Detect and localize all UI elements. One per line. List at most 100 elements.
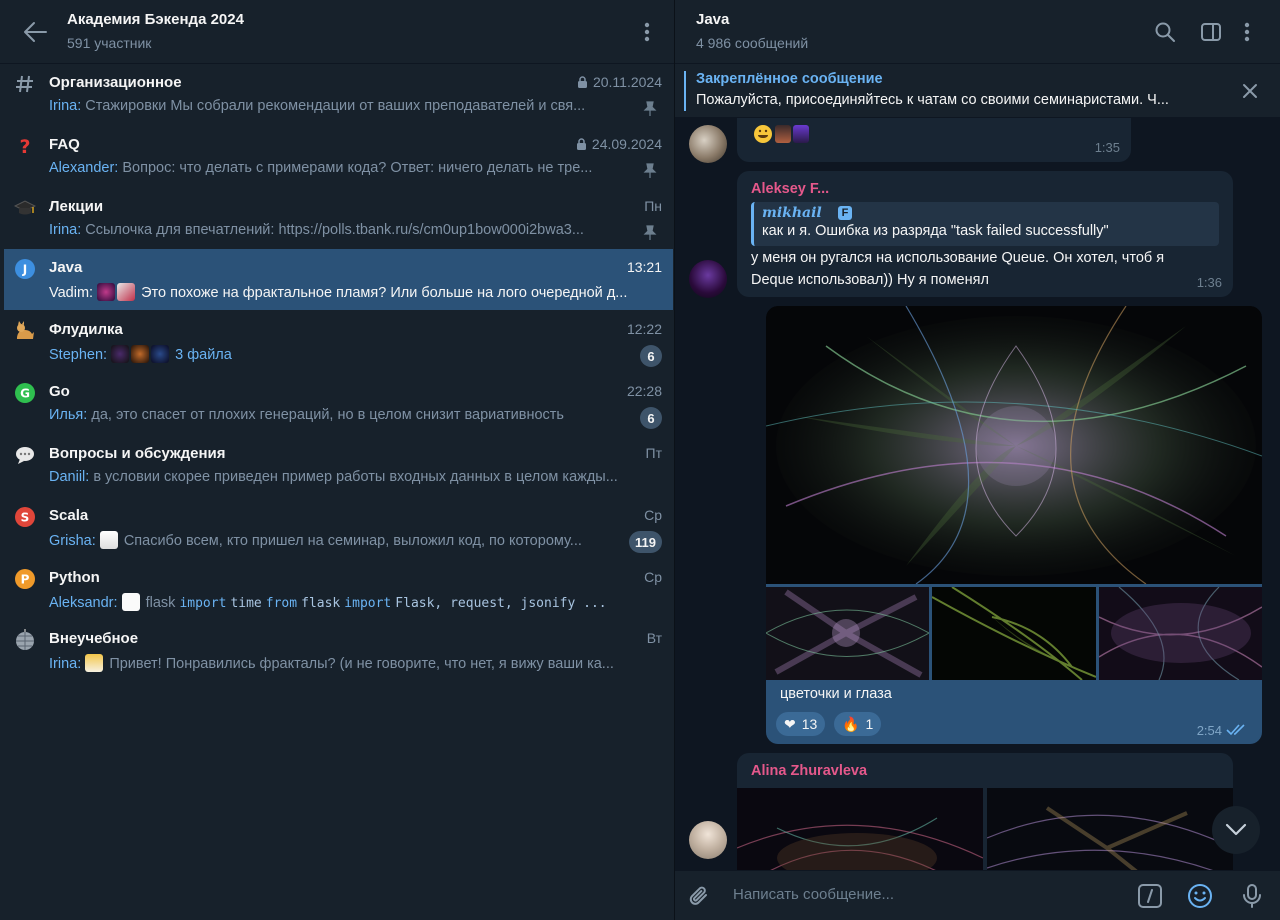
album-photo[interactable] — [737, 788, 983, 870]
topic-go[interactable]: G Go 22:28 Илья: да, это спасет от плохи… — [4, 373, 673, 434]
reaction-count: 1 — [865, 716, 874, 732]
custom-emoji-row — [753, 124, 809, 144]
pin-icon — [643, 101, 657, 116]
cat-icon — [17, 321, 34, 339]
message-bubble[interactable]: 1:35 — [737, 118, 1131, 162]
topic-scala[interactable]: S Scala Ср Grisha: Спасибо всем, кто при… — [4, 497, 673, 558]
more-vertical-icon[interactable] — [1240, 20, 1254, 44]
preview-sender: Daniil: — [49, 469, 90, 485]
reply-author: mikhail — [762, 205, 822, 221]
topic-date: Пт — [645, 445, 662, 461]
svg-text:P: P — [21, 573, 30, 587]
topic-preview: Irina: Ссылочка для впечатлений: https:/… — [49, 222, 631, 238]
heart-on-fire-icon: ❤ — [784, 715, 796, 732]
message-bubble[interactable]: Alina Zhuravleva — [737, 753, 1233, 870]
avatar[interactable] — [689, 125, 727, 163]
group-title: Академия Бэкенда 2024 — [67, 11, 244, 28]
bot-commands-icon[interactable] — [1137, 883, 1163, 909]
scala-icon: S — [15, 507, 35, 527]
topic-python[interactable]: P Python Ср Aleksandr: flask import time… — [4, 559, 673, 620]
fire-icon: 🔥 — [842, 715, 860, 732]
hash-icon — [16, 75, 33, 93]
topic-lectures[interactable]: Лекции Пн Irina: Ссылочка для впечатлени… — [4, 188, 673, 249]
pin-icon — [643, 163, 657, 178]
emoji-icon[interactable] — [1187, 883, 1213, 909]
paperclip-icon[interactable] — [687, 883, 713, 909]
image-thumbnail — [131, 345, 150, 363]
topic-java[interactable]: J Java 13:21 Vadim: Это похоже на фракта… — [4, 249, 673, 310]
topic-extracurricular[interactable]: Внеучебное Вт Irina: Привет! Понравились… — [4, 620, 673, 681]
topic-flood[interactable]: Флудилка 12:22 Stephen: 3 файла 6 — [4, 311, 673, 372]
pinned-message-bar[interactable]: Закреплённое сообщение Пожалуйста, присо… — [675, 64, 1280, 118]
microphone-icon[interactable] — [1239, 883, 1265, 909]
message-bubble-outgoing[interactable]: цветочки и глаза ❤ 13 🔥 1 2:54 — [766, 306, 1262, 744]
topic-preview: Vadim: Это похоже на фрактальное пламя? … — [49, 283, 661, 301]
message-sender[interactable]: Aleksey F... — [751, 181, 829, 197]
topic-date: 13:21 — [626, 259, 662, 275]
java-icon: J — [15, 259, 35, 279]
more-vertical-icon[interactable] — [640, 20, 654, 44]
topic-organizational[interactable]: Организационное 20.11.2024 Irina: Стажир… — [4, 64, 673, 125]
message-input[interactable]: Написать сообщение... — [733, 886, 894, 903]
message-bubble[interactable]: Aleksey F... mikhail F как и я. Ошибка и… — [737, 171, 1233, 297]
custom-emoji — [793, 125, 809, 143]
topic-date: 24.09.2024 — [591, 136, 662, 152]
avatar[interactable] — [689, 260, 727, 298]
chat-header[interactable]: Java 4 986 сообщений — [675, 0, 1280, 64]
topic-questions[interactable]: Вопросы и обсуждения Пт Daniil: в услови… — [4, 435, 673, 496]
topic-name: FAQ — [49, 136, 80, 153]
album-photo[interactable] — [932, 587, 1096, 680]
fractal-image — [766, 306, 1262, 584]
topic-name: Внеучебное — [49, 630, 139, 647]
search-icon[interactable] — [1153, 20, 1177, 44]
message-time: 2:54 — [1196, 723, 1222, 738]
fractal-image — [766, 587, 929, 680]
custom-emoji — [775, 125, 791, 143]
code-text: Flask, request, jsonify ... — [395, 596, 607, 611]
message-sender[interactable]: Alina Zhuravleva — [751, 763, 867, 779]
back-arrow-icon[interactable] — [22, 20, 48, 44]
reaction-fire[interactable]: 🔥 1 — [834, 712, 882, 736]
code-keyword: import — [344, 596, 392, 611]
image-thumbnail — [99, 531, 118, 549]
disco-ball-icon — [16, 629, 34, 650]
album-photo[interactable] — [987, 788, 1233, 870]
group-header: Академия Бэкенда 2024 591 участник — [0, 0, 674, 64]
chevron-down-icon — [1225, 823, 1247, 836]
sidebar-toggle-icon[interactable] — [1199, 20, 1223, 44]
python-icon: P — [15, 569, 35, 589]
preview-text: в условии скорее приведен пример работы … — [89, 469, 618, 485]
topic-date: 22:28 — [626, 383, 662, 399]
preview-text: Это похоже на фрактальное пламя? Или бол… — [137, 285, 628, 301]
album-photo[interactable] — [766, 587, 929, 680]
close-icon[interactable] — [1240, 81, 1260, 101]
preview-text: Спасибо всем, кто пришел на семинар, выл… — [123, 533, 582, 549]
fractal-image — [987, 788, 1233, 870]
reaction-count: 13 — [801, 716, 818, 732]
topic-faq[interactable]: ? FAQ 24.09.2024 Alexander: Вопрос: что … — [4, 126, 673, 187]
scroll-to-bottom-button[interactable] — [1212, 806, 1260, 854]
double-check-icon — [1226, 724, 1245, 736]
svg-text:S: S — [21, 511, 30, 525]
pin-icon — [643, 225, 657, 240]
image-thumbnail — [111, 345, 130, 363]
lock-icon — [576, 137, 586, 150]
topic-date: 12:22 — [626, 321, 662, 337]
pinned-title: Закреплённое сообщение — [696, 71, 883, 87]
message-list[interactable]: 1:35 Aleksey F... mikhail F как и я. Оши… — [675, 118, 1280, 870]
album-photo[interactable] — [1099, 587, 1262, 680]
reaction-heart-fire[interactable]: ❤ 13 — [776, 712, 826, 736]
reply-quote[interactable]: mikhail F как и я. Ошибка из разряда "ta… — [751, 202, 1219, 246]
image-thumbnail — [97, 283, 116, 301]
go-icon: G — [15, 383, 35, 403]
topic-preview: Stephen: 3 файла — [49, 345, 631, 363]
code-text: flask — [301, 596, 341, 611]
topic-preview: Alexander: Вопрос: что делать с примерам… — [49, 160, 631, 176]
code-keyword: from — [265, 596, 298, 611]
group-member-count: 591 участник — [67, 35, 152, 51]
topic-preview: Илья: да, это спасет от плохих генераций… — [49, 407, 631, 423]
album-photo-main[interactable] — [766, 306, 1262, 584]
message-time: 1:35 — [1094, 140, 1120, 155]
topic-date: Пн — [644, 198, 662, 214]
avatar[interactable] — [689, 821, 727, 859]
